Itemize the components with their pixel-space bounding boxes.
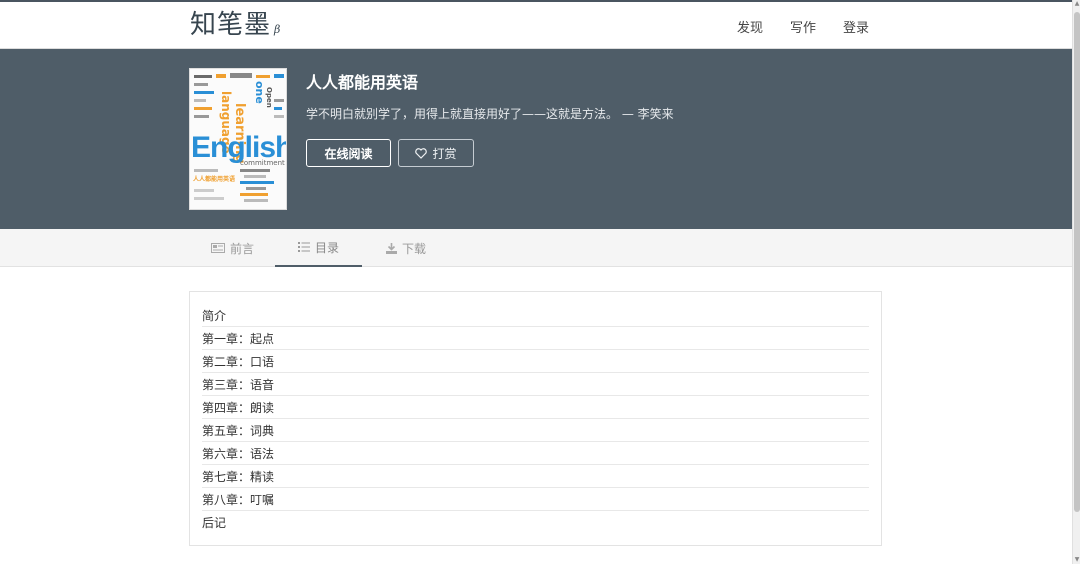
tab-download[interactable]: 下载 <box>386 229 426 267</box>
cover-word-open: Open <box>265 87 273 108</box>
newspaper-icon <box>211 243 225 253</box>
tab-label: 目录 <box>314 240 339 255</box>
tab-label: 前言 <box>230 241 255 256</box>
cover-word-commitment: commitment <box>240 159 285 167</box>
book-cover-art: learning language one Open English commi… <box>190 69 286 209</box>
toc-item[interactable]: 简介 <box>202 304 869 327</box>
page-scrollbar[interactable]: ▲ ▼ <box>1072 0 1080 564</box>
toc-item[interactable]: 第八章：叮嘱 <box>202 488 869 511</box>
beta-badge: β <box>274 23 281 36</box>
book-header: learning language one Open English commi… <box>0 49 1072 229</box>
book-tabs: 前言 目录 下载 <box>0 229 1072 267</box>
site-logo[interactable]: 知笔墨 β <box>190 8 280 47</box>
toc-item[interactable]: 第一章：起点 <box>202 327 869 350</box>
tab-preface[interactable]: 前言 <box>211 229 254 267</box>
table-of-contents: 简介 第一章：起点 第二章：口语 第三章：语音 第四章：朗读 第五章：词典 第六… <box>189 291 882 546</box>
list-icon <box>297 242 310 252</box>
download-icon <box>386 242 397 254</box>
scroll-up-arrow-icon[interactable]: ▲ <box>1073 0 1080 8</box>
heart-icon <box>415 147 428 159</box>
book-cover: learning language one Open English commi… <box>189 68 287 210</box>
book-quote: 学不明白就别学了，用得上就直接用好了——这就是方法。 — 李笑来 <box>306 107 674 121</box>
book-title: 人人都能用英语 <box>306 73 419 92</box>
cover-caption: 人人都能用英语 <box>193 175 235 183</box>
logo-text: 知笔墨 <box>190 10 272 40</box>
toc-item[interactable]: 第二章：口语 <box>202 350 869 373</box>
toc-item[interactable]: 后记 <box>202 511 869 534</box>
nav-link-write[interactable]: 写作 <box>790 17 816 36</box>
navbar: 知笔墨 β 发现 写作 登录 <box>0 2 1072 49</box>
toc-item[interactable]: 第六章：语法 <box>202 442 869 465</box>
toc-item[interactable]: 第七章：精读 <box>202 465 869 488</box>
scrollbar-thumb[interactable] <box>1074 12 1080 512</box>
tab-label: 下载 <box>402 241 427 256</box>
cover-word-one: one <box>253 81 266 104</box>
tip-button[interactable]: 打赏 <box>398 139 474 167</box>
nav-link-login[interactable]: 登录 <box>843 17 869 36</box>
read-online-button[interactable]: 在线阅读 <box>306 139 391 167</box>
toc-item[interactable]: 第五章：词典 <box>202 419 869 442</box>
toc-item[interactable]: 第三章：语音 <box>202 373 869 396</box>
toc-item[interactable]: 第四章：朗读 <box>202 396 869 419</box>
nav-links: 发现 写作 登录 <box>737 17 869 36</box>
scroll-down-arrow-icon[interactable]: ▼ <box>1073 556 1080 564</box>
nav-link-discover[interactable]: 发现 <box>737 17 763 36</box>
tab-toc[interactable]: 目录 <box>275 229 362 267</box>
tip-label: 打赏 <box>432 146 457 161</box>
